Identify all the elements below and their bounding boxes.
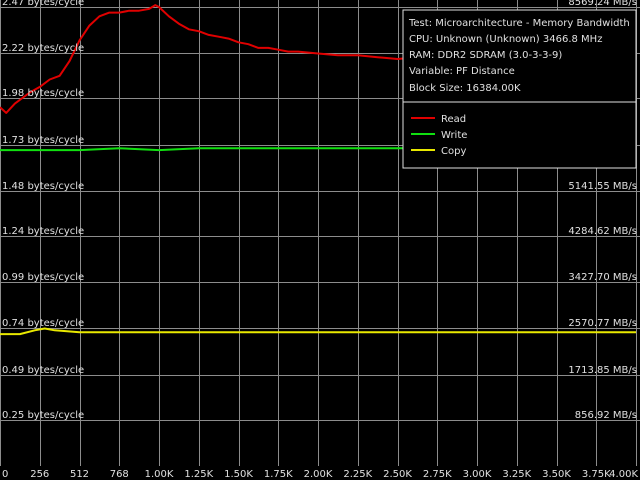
y-tick-label-left: 1.24 bytes/cycle bbox=[2, 226, 84, 237]
info-cpu: CPU: Unknown (Unknown) 3466.8 MHz bbox=[409, 34, 602, 45]
y-tick-label-left: 2.22 bytes/cycle bbox=[2, 43, 84, 54]
x-tick-label: 3.00K bbox=[463, 469, 492, 480]
y-tick-label-left: 1.73 bytes/cycle bbox=[2, 135, 84, 146]
x-tick-label: 3.25K bbox=[502, 469, 531, 480]
x-tick-label: 768 bbox=[110, 469, 129, 480]
x-tick-label: 1.75K bbox=[264, 469, 293, 480]
legend-label-copy: Copy bbox=[441, 146, 466, 157]
info-panel: Test: Microarchitecture - Memory Bandwid… bbox=[402, 9, 637, 169]
y-tick-label-left: 2.47 bytes/cycle bbox=[2, 0, 84, 8]
y-tick-label-left: 0.99 bytes/cycle bbox=[2, 272, 84, 283]
info-ram: RAM: DDR2 SDRAM (3.0-3-3-9) bbox=[409, 50, 562, 61]
y-tick-label-right: 8569.24 MB/s bbox=[568, 0, 637, 8]
y-tick-label-right: 1713.85 MB/s bbox=[568, 365, 637, 376]
x-tick-label: 2.50K bbox=[383, 469, 412, 480]
x-tick-label: 256 bbox=[30, 469, 49, 480]
x-tick-label: 512 bbox=[70, 469, 89, 480]
info-block-size: Block Size: 16384.00K bbox=[409, 83, 521, 94]
y-tick-label-left: 0.49 bytes/cycle bbox=[2, 365, 84, 376]
info-test: Test: Microarchitecture - Memory Bandwid… bbox=[408, 18, 630, 29]
y-tick-label-left: 1.98 bytes/cycle bbox=[2, 88, 84, 99]
x-tick-label: 0 bbox=[2, 469, 8, 480]
x-tick-label: 2.75K bbox=[423, 469, 452, 480]
y-tick-label-left: 0.74 bytes/cycle bbox=[2, 318, 84, 329]
y-tick-label-right: 4284.62 MB/s bbox=[568, 226, 637, 237]
info-variable: Variable: PF Distance bbox=[409, 66, 515, 77]
x-tick-label: 1.50K bbox=[224, 469, 253, 480]
x-tick-label: 1.00K bbox=[145, 469, 174, 480]
y-tick-label-right: 3427.70 MB/s bbox=[568, 272, 637, 283]
x-tick-label: 2.00K bbox=[304, 469, 333, 480]
legend-label-read: Read bbox=[441, 114, 466, 125]
y-tick-label-right: 5141.55 MB/s bbox=[568, 181, 637, 192]
y-tick-label-left: 0.25 bytes/cycle bbox=[2, 410, 84, 421]
legend-label-write: Write bbox=[441, 130, 467, 141]
x-tick-label: 2.25K bbox=[343, 469, 372, 480]
y-tick-label-left: 1.48 bytes/cycle bbox=[2, 181, 84, 192]
x-tick-label: 3.75K bbox=[582, 469, 611, 480]
x-tick-label: 4.00K bbox=[609, 469, 638, 480]
x-tick-label: 3.50K bbox=[542, 469, 571, 480]
x-tick-label: 1.25K bbox=[184, 469, 213, 480]
y-tick-label-right: 2570.77 MB/s bbox=[568, 318, 637, 329]
memory-bandwidth-chart: 2.47 bytes/cycle 2.22 bytes/cycle 1.98 byt… bbox=[0, 0, 640, 480]
y-tick-label-right: 856.92 MB/s bbox=[575, 410, 637, 421]
